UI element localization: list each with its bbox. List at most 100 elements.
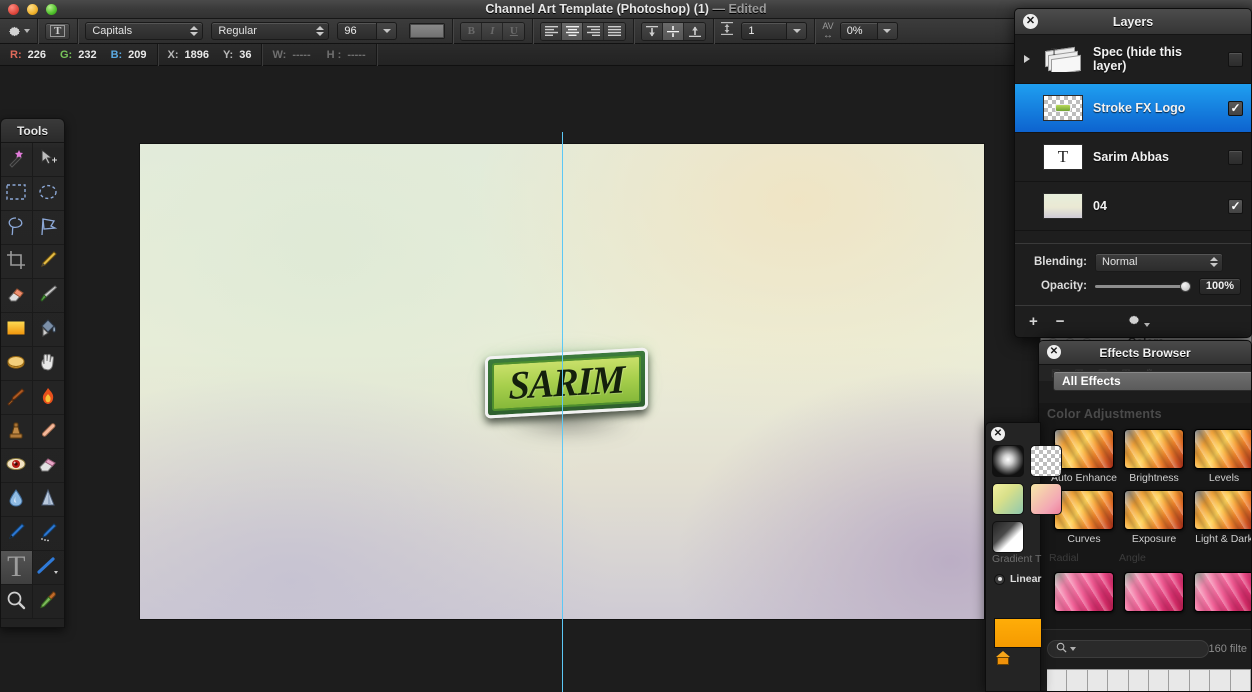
- align-bottom-icon[interactable]: [684, 22, 706, 40]
- filmstrip-cell[interactable]: [1169, 670, 1190, 691]
- all-effects-tab[interactable]: All Effects: [1053, 371, 1251, 391]
- close-icon[interactable]: ✕: [1023, 14, 1038, 29]
- line-spacing-dropdown-icon[interactable]: [787, 22, 808, 40]
- layer-row-04[interactable]: 04 ✓: [1015, 182, 1251, 231]
- blending-mode-select[interactable]: Normal: [1095, 252, 1223, 272]
- layers-gear-icon[interactable]: [1127, 313, 1151, 330]
- magic-wand-icon[interactable]: [1, 143, 33, 177]
- text-color-swatch[interactable]: [409, 23, 446, 39]
- burn-tool-icon[interactable]: [1, 347, 33, 381]
- vertical-align-buttons[interactable]: [641, 21, 707, 41]
- lasso-icon[interactable]: [1, 211, 33, 245]
- rectangular-marquee-icon[interactable]: [1, 177, 33, 211]
- gradient-preview-swatch[interactable]: [994, 618, 1042, 648]
- tracking-dropdown-icon[interactable]: [877, 22, 898, 40]
- gradient-tool-icon[interactable]: [1, 313, 33, 347]
- font-family-select[interactable]: Capitals: [85, 22, 204, 40]
- font-size-control[interactable]: 96: [337, 22, 398, 40]
- pen-tool-icon[interactable]: [1, 517, 33, 551]
- filmstrip-cell[interactable]: [1088, 670, 1109, 691]
- gradient-color-stop[interactable]: [996, 651, 1010, 667]
- eraser-block-icon[interactable]: [32, 449, 64, 483]
- smudge-hand-icon[interactable]: [32, 347, 64, 381]
- fire-effect-icon[interactable]: [32, 381, 64, 415]
- layer-visibility-checkbox[interactable]: ✓: [1228, 100, 1243, 116]
- search-input[interactable]: [1047, 640, 1209, 658]
- gradient-stop-color[interactable]: [997, 657, 1009, 665]
- vertical-guide[interactable]: [562, 132, 563, 692]
- filmstrip-cell[interactable]: [1129, 670, 1150, 691]
- filmstrip-cell[interactable]: [1108, 670, 1129, 691]
- tracking-control[interactable]: 0%: [839, 22, 898, 40]
- opacity-value[interactable]: 100%: [1199, 277, 1241, 295]
- filmstrip-cell[interactable]: [1231, 670, 1251, 691]
- type-tool-icon[interactable]: T: [1, 551, 33, 585]
- bold-button[interactable]: B: [461, 22, 483, 40]
- water-drop-icon[interactable]: [1, 483, 33, 517]
- healing-brush-icon[interactable]: [32, 415, 64, 449]
- effect-item-pink-3[interactable]: [1189, 566, 1251, 612]
- red-eye-icon[interactable]: [1, 449, 33, 483]
- effects-list-body[interactable]: Color Adjustments Auto Enhance Brightnes…: [1039, 403, 1251, 629]
- elliptical-marquee-icon[interactable]: [32, 177, 64, 211]
- line-spacing-value[interactable]: 1: [741, 22, 788, 40]
- layer-row-sarim-abbas[interactable]: T Sarim Abbas: [1015, 133, 1251, 182]
- clone-stamp-icon[interactable]: [1, 415, 33, 449]
- effect-item-levels[interactable]: Levels: [1189, 423, 1251, 484]
- filmstrip-thumbnails[interactable]: [1047, 669, 1251, 691]
- opacity-slider-knob[interactable]: [1180, 280, 1191, 292]
- align-middle-icon[interactable]: [663, 22, 685, 40]
- crop-tool-icon[interactable]: [1, 245, 33, 279]
- align-left-icon[interactable]: [541, 22, 563, 40]
- toolbar-group-texttool[interactable]: T: [38, 19, 77, 44]
- layer-visibility-checkbox[interactable]: [1228, 149, 1243, 165]
- paintbrush-icon[interactable]: [32, 279, 64, 313]
- gradient-swatch-pink[interactable]: [1030, 483, 1062, 515]
- align-justify-icon[interactable]: [604, 22, 626, 40]
- gradient-swatch-transparent[interactable]: [1030, 445, 1062, 477]
- gradient-type-linear-radio[interactable]: Linear: [994, 573, 1042, 585]
- layer-row-stroke-fx-logo[interactable]: Stroke FX Logo ✓: [1015, 84, 1251, 133]
- filmstrip-cell[interactable]: [1149, 670, 1170, 691]
- tracking-value[interactable]: 0%: [839, 22, 878, 40]
- disclosure-triangle-icon[interactable]: [1021, 55, 1033, 63]
- eraser-icon[interactable]: [1, 279, 33, 313]
- chevron-updown-icon[interactable]: [188, 26, 200, 36]
- filmstrip-cell[interactable]: [1067, 670, 1088, 691]
- eyedropper-icon[interactable]: [32, 585, 64, 619]
- blur-brush-icon[interactable]: [1, 381, 33, 415]
- zoom-tool-icon[interactable]: [1, 585, 33, 619]
- align-right-icon[interactable]: [583, 22, 605, 40]
- move-tool-icon[interactable]: [32, 143, 64, 177]
- dotted-pen-icon[interactable]: [32, 517, 64, 551]
- pencil-icon[interactable]: [32, 245, 64, 279]
- layer-row-spec[interactable]: T Spec (hide this layer): [1015, 35, 1251, 84]
- line-shape-icon[interactable]: [32, 551, 64, 585]
- close-icon[interactable]: ✕: [991, 427, 1005, 441]
- sharpen-cone-icon[interactable]: [32, 483, 64, 517]
- chevron-updown-icon-2[interactable]: [314, 26, 326, 36]
- paint-bucket-icon[interactable]: [32, 313, 64, 347]
- underline-button[interactable]: U: [503, 22, 525, 40]
- italic-button[interactable]: I: [482, 22, 504, 40]
- font-size-dropdown-icon[interactable]: [377, 22, 398, 40]
- layer-visibility-checkbox[interactable]: ✓: [1228, 198, 1243, 214]
- sarim-logo-group[interactable]: SARIM: [443, 326, 687, 452]
- toolbar-group-gear[interactable]: [0, 19, 37, 44]
- gear-icon[interactable]: [7, 24, 30, 39]
- layer-visibility-checkbox[interactable]: [1228, 51, 1243, 67]
- align-center-icon[interactable]: [562, 22, 584, 40]
- effect-item-brightness[interactable]: Brightness: [1119, 423, 1189, 484]
- polygonal-lasso-icon[interactable]: [32, 211, 64, 245]
- filmstrip-cell[interactable]: [1210, 670, 1231, 691]
- font-style-select[interactable]: Regular: [211, 22, 330, 40]
- gradient-swatch-black-white[interactable]: [992, 521, 1024, 553]
- effect-item-pink-2[interactable]: [1119, 566, 1189, 612]
- text-style-buttons[interactable]: B I U: [460, 21, 526, 41]
- opacity-slider[interactable]: [1095, 280, 1191, 292]
- remove-layer-button[interactable]: −: [1056, 313, 1065, 330]
- font-size-value[interactable]: 96: [337, 22, 378, 40]
- effect-item-light-and-dark[interactable]: Light & Dark: [1189, 484, 1251, 545]
- close-icon[interactable]: ✕: [1047, 345, 1061, 359]
- filmstrip-cell[interactable]: [1190, 670, 1211, 691]
